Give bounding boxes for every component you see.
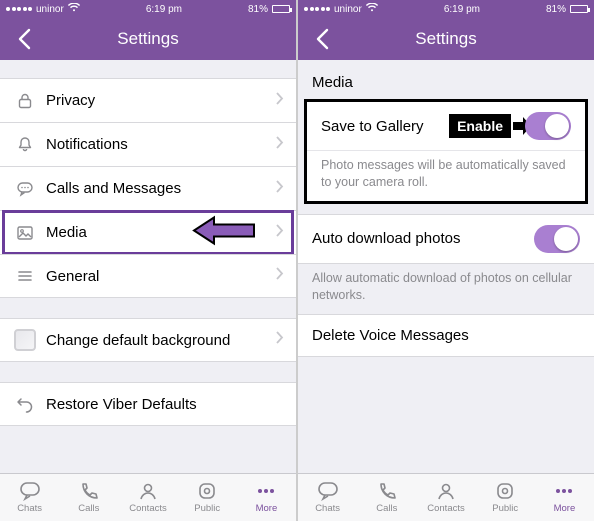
annotation-enable-text: Enable <box>449 114 511 138</box>
nav-header: Settings <box>298 18 594 60</box>
public-icon <box>494 481 516 501</box>
row-label: Restore Viber Defaults <box>38 396 284 413</box>
tab-bar: Chats Calls Contacts Public More <box>0 473 296 521</box>
row-restore-defaults[interactable]: Restore Viber Defaults <box>0 382 296 426</box>
tab-label: More <box>554 503 576 514</box>
row-label: General <box>38 268 276 285</box>
chat-icon <box>12 180 38 198</box>
highlight-box: Save to Gallery Enable Photo messages wi… <box>304 99 588 204</box>
wallpaper-icon <box>12 329 38 351</box>
row-privacy[interactable]: Privacy <box>0 78 296 122</box>
carrier-label: uninor <box>36 4 64 15</box>
row-calls-messages[interactable]: Calls and Messages <box>0 166 296 210</box>
nav-header: Settings <box>0 18 296 60</box>
status-time: 6:19 pm <box>444 4 480 15</box>
toggle-auto-download[interactable] <box>534 225 580 253</box>
settings-group-bg: Change default background <box>0 318 296 362</box>
signal-dots-icon <box>6 7 32 11</box>
page-title: Settings <box>117 29 178 49</box>
settings-group-main: Privacy Notifications Calls and Messages <box>0 78 296 298</box>
status-time: 6:19 pm <box>146 4 182 15</box>
row-label: Calls and Messages <box>38 180 276 197</box>
tab-contacts[interactable]: Contacts <box>416 474 475 521</box>
chats-icon <box>19 481 41 501</box>
carrier-label: uninor <box>334 4 362 15</box>
status-bar: uninor 6:19 pm 81% <box>298 0 594 18</box>
contacts-icon <box>137 481 159 501</box>
chevron-right-icon <box>276 92 284 110</box>
back-button[interactable] <box>304 18 340 60</box>
setting-label: Auto download photos <box>312 230 534 247</box>
tab-calls[interactable]: Calls <box>59 474 118 521</box>
row-label: Change default background <box>38 332 276 349</box>
wifi-icon <box>366 3 378 15</box>
tab-calls[interactable]: Calls <box>357 474 416 521</box>
tab-label: Contacts <box>427 503 465 514</box>
tab-label: Calls <box>78 503 99 514</box>
chats-icon <box>317 481 339 501</box>
tab-public[interactable]: Public <box>476 474 535 521</box>
tab-contacts[interactable]: Contacts <box>118 474 177 521</box>
tab-chats[interactable]: Chats <box>298 474 357 521</box>
row-notifications[interactable]: Notifications <box>0 122 296 166</box>
battery-pct: 81% <box>248 4 268 15</box>
image-icon <box>12 224 38 242</box>
tab-more[interactable]: More <box>535 474 594 521</box>
tab-more[interactable]: More <box>237 474 296 521</box>
row-change-background[interactable]: Change default background <box>0 318 296 362</box>
battery-icon <box>272 5 290 13</box>
row-general[interactable]: General <box>0 254 296 298</box>
row-media[interactable]: Media <box>0 210 296 254</box>
tab-chats[interactable]: Chats <box>0 474 59 521</box>
tab-label: Chats <box>17 503 42 514</box>
chevron-right-icon <box>276 331 284 349</box>
bell-icon <box>12 136 38 154</box>
toggle-save-to-gallery[interactable] <box>525 112 571 140</box>
tab-public[interactable]: Public <box>178 474 237 521</box>
tab-label: Calls <box>376 503 397 514</box>
tab-label: Public <box>492 503 518 514</box>
page-title: Settings <box>415 29 476 49</box>
chevron-right-icon <box>276 224 284 242</box>
tab-label: Public <box>194 503 220 514</box>
screen-settings-list: uninor 6:19 pm 81% Settings Priv <box>0 0 296 521</box>
chevron-right-icon <box>276 136 284 154</box>
section-header-media: Media <box>298 60 594 97</box>
public-icon <box>196 481 218 501</box>
row-delete-voice-messages[interactable]: Delete Voice Messages <box>298 314 594 357</box>
list-icon <box>12 267 38 285</box>
signal-dots-icon <box>304 7 330 11</box>
tab-bar: Chats Calls Contacts Public More <box>298 473 594 521</box>
settings-group-restore: Restore Viber Defaults <box>0 382 296 426</box>
annotation-arrow-left <box>192 215 256 250</box>
tab-label: Contacts <box>129 503 167 514</box>
more-icon <box>255 481 277 501</box>
row-save-to-gallery: Save to Gallery Enable <box>307 102 585 150</box>
screen-media-settings: uninor 6:19 pm 81% Settings Media Save t… <box>298 0 594 521</box>
chevron-right-icon <box>276 180 284 198</box>
battery-pct: 81% <box>546 4 566 15</box>
contacts-icon <box>435 481 457 501</box>
row-label: Delete Voice Messages <box>312 327 469 344</box>
row-label: Notifications <box>38 136 276 153</box>
lock-icon <box>12 92 38 110</box>
setting-description: Photo messages will be automatically sav… <box>307 150 585 201</box>
wifi-icon <box>68 3 80 15</box>
setting-description: Allow automatic download of photos on ce… <box>298 264 594 314</box>
phone-icon <box>376 481 398 501</box>
status-bar: uninor 6:19 pm 81% <box>0 0 296 18</box>
row-auto-download: Auto download photos <box>298 215 594 263</box>
battery-icon <box>570 5 588 13</box>
more-icon <box>553 481 575 501</box>
phone-icon <box>78 481 100 501</box>
row-label: Privacy <box>38 92 276 109</box>
undo-icon <box>12 395 38 413</box>
back-button[interactable] <box>6 18 42 60</box>
tab-label: More <box>256 503 278 514</box>
chevron-right-icon <box>276 267 284 285</box>
annotation-enable: Enable <box>449 114 533 138</box>
tab-label: Chats <box>315 503 340 514</box>
